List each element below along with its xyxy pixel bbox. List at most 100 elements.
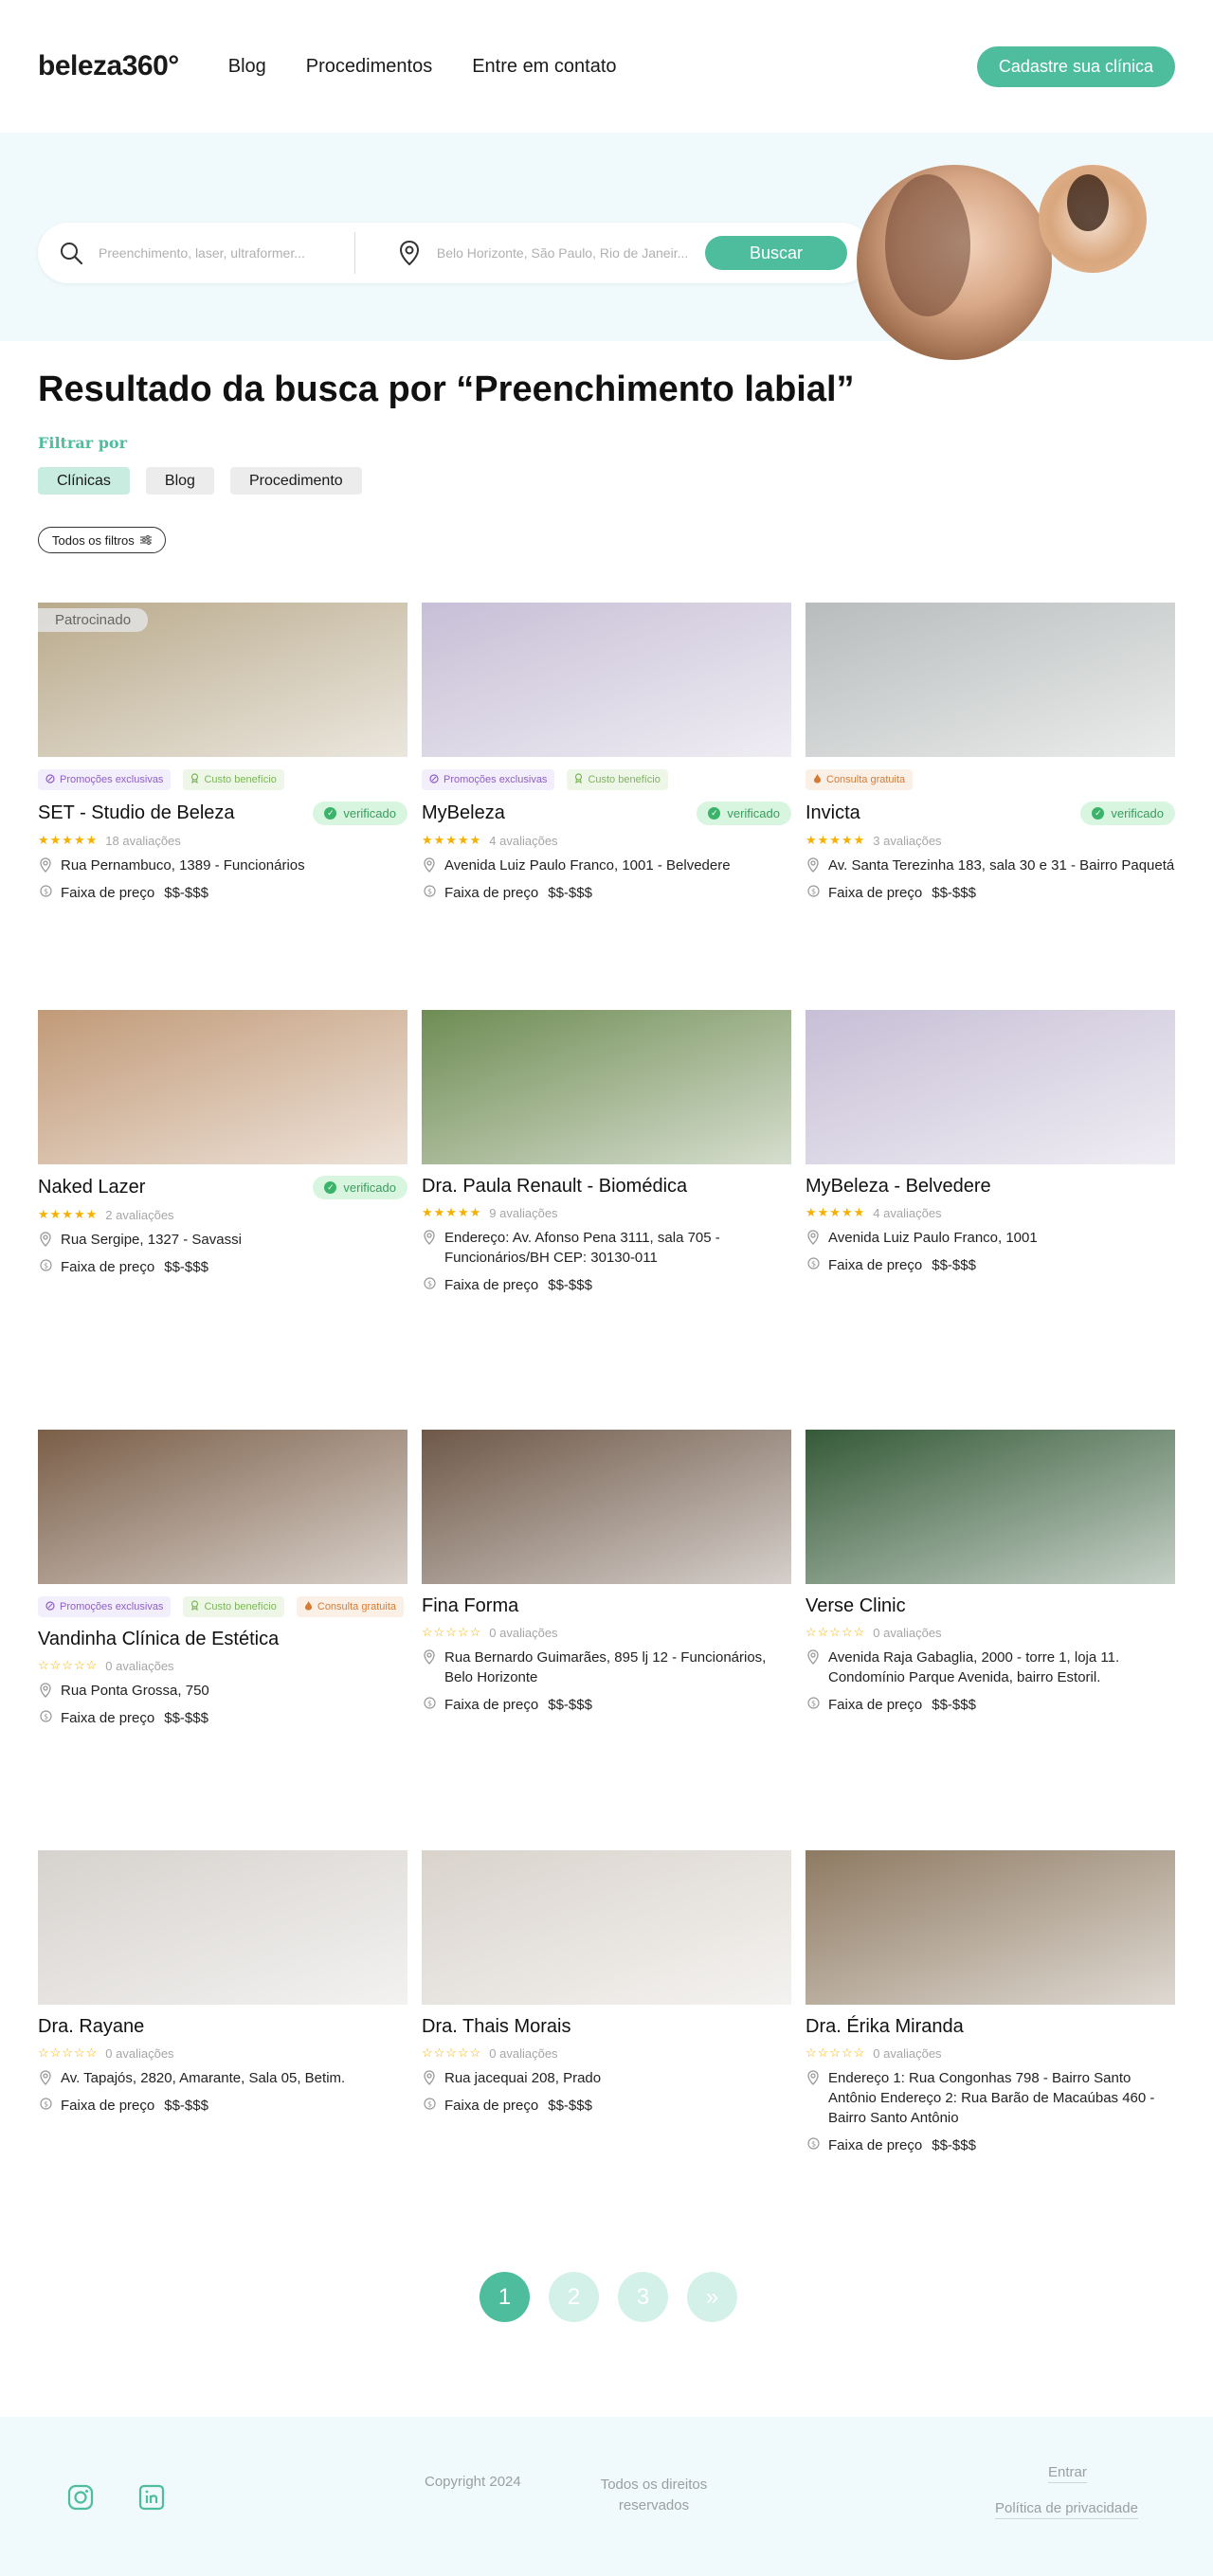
location-input[interactable]: Belo Horizonte, São Paulo, Rio de Janeir… <box>437 245 688 261</box>
verified-badge: ✓ verificado <box>1080 802 1175 825</box>
copyright-text: Copyright 2024 <box>425 2474 521 2490</box>
clinic-name[interactable]: Dra. Rayane <box>38 2016 144 2038</box>
search-icon <box>57 239 85 267</box>
clinic-card[interactable]: Promoções exclusivas Custo benefício Consu… <box>38 1430 407 1728</box>
price-range: $$-$$$ <box>164 885 208 901</box>
pagination: 1 2 3 » <box>480 2272 737 2322</box>
clinic-name[interactable]: Invicta <box>806 802 860 824</box>
logo[interactable]: beleza360° <box>38 50 179 82</box>
clinic-card[interactable]: Patrocinado Promoções exclusivas Custo ben… <box>38 603 407 903</box>
clinic-address: Avenida Raja Gabaglia, 2000 - torre 1, l… <box>828 1649 1120 1685</box>
address-row: Rua Bernardo Guimarães, 895 lj 12 - Func… <box>422 1648 791 1687</box>
address-row: Endereço: Av. Afonso Pena 3111, sala 705… <box>422 1228 791 1268</box>
clinic-photo[interactable] <box>806 1850 1175 2005</box>
clinic-name[interactable]: MyBeleza <box>422 802 505 824</box>
svg-text:$: $ <box>43 2100 47 2109</box>
card-title-row: Vandinha Clínica de Estética <box>38 1629 407 1650</box>
rating: ★★★★★ 4 avaliações <box>422 833 791 848</box>
clinic-card[interactable]: Promoções exclusivas Custo benefício MyBel… <box>422 603 791 903</box>
clinic-photo[interactable] <box>38 1010 407 1164</box>
all-filters-label: Todos os filtros <box>52 532 135 548</box>
login-link[interactable]: Entrar <box>1048 2464 1087 2483</box>
results-title: Resultado da busca por “Preenchimento la… <box>38 369 855 409</box>
clinic-card[interactable]: MyBeleza - Belvedere ★★★★★ 4 avaliações Ave… <box>806 1010 1175 1275</box>
price-icon: $ <box>38 2098 53 2110</box>
clinic-card[interactable]: Dra. Paula Renault - Biomédica ★★★★★ 9 ava… <box>422 1010 791 1295</box>
clinic-address: Avenida Luiz Paulo Franco, 1001 - Belved… <box>444 857 731 874</box>
address-row: Rua jacequai 208, Prado <box>422 2068 791 2088</box>
page-1-button[interactable]: 1 <box>480 2272 530 2322</box>
instagram-icon[interactable] <box>66 2483 95 2512</box>
clinic-card[interactable]: Dra. Rayane ☆☆☆☆☆ 0 avaliações Av. Tapajós,… <box>38 1850 407 2116</box>
clinic-name[interactable]: MyBeleza - Belvedere <box>806 1176 991 1198</box>
price-icon: $ <box>806 1697 821 1709</box>
clinic-card[interactable]: Fina Forma ☆☆☆☆☆ 0 avaliações Rua Bernardo … <box>422 1430 791 1715</box>
clinic-address: Endereço: Av. Afonso Pena 3111, sala 705… <box>444 1230 720 1266</box>
clinic-photo[interactable] <box>422 1010 791 1164</box>
address-row: Avenida Raja Gabaglia, 2000 - torre 1, l… <box>806 1648 1175 1687</box>
clinic-name[interactable]: Dra. Thais Morais <box>422 2016 570 2038</box>
clinic-photo[interactable] <box>422 603 791 757</box>
register-clinic-button[interactable]: Cadastre sua clínica <box>976 45 1175 87</box>
clinic-card[interactable]: Dra. Thais Morais ☆☆☆☆☆ 0 avaliações Rua ja… <box>422 1850 791 2116</box>
clinic-photo[interactable]: Patrocinado <box>38 603 407 757</box>
clinic-photo[interactable] <box>38 1850 407 2005</box>
hero-search: Preenchimento, laser, ultraformer... Bel… <box>0 133 1213 360</box>
clinic-card[interactable]: Consulta gratuita Invicta ✓ verificado ★★★★★… <box>806 603 1175 903</box>
clinic-name[interactable]: Naked Lazer <box>38 1177 145 1198</box>
privacy-link[interactable]: Política de privacidade <box>995 2500 1138 2519</box>
hero-woman-photo-small <box>1039 165 1147 273</box>
clinic-photo[interactable] <box>806 1430 1175 1584</box>
clinic-name[interactable]: SET - Studio de Beleza <box>38 802 235 824</box>
filter-procedimento[interactable]: Procedimento <box>229 467 362 495</box>
svg-text:$: $ <box>810 888 815 896</box>
filter-blog[interactable]: Blog <box>145 467 214 495</box>
check-icon: ✓ <box>324 1181 337 1194</box>
clinic-photo[interactable] <box>422 1850 791 2005</box>
nav-procedimentos[interactable]: Procedimentos <box>306 56 432 78</box>
clinic-address: Rua Ponta Grossa, 750 <box>61 1683 209 1699</box>
search-button[interactable]: Buscar <box>705 236 847 270</box>
check-icon: ✓ <box>324 807 337 820</box>
star-icons: ☆☆☆☆☆ <box>38 2045 99 2060</box>
clinic-photo[interactable] <box>422 1430 791 1584</box>
address-row: Av. Santa Terezinha 183, sala 30 e 31 - … <box>806 856 1175 875</box>
page-3-button[interactable]: 3 <box>618 2272 668 2322</box>
review-count: 4 avaliações <box>873 1205 942 1220</box>
clinic-photo[interactable] <box>38 1430 407 1584</box>
price-range: $$-$$$ <box>548 2098 592 2114</box>
all-filters-button[interactable]: Todos os filtros <box>38 527 166 553</box>
nav-blog[interactable]: Blog <box>228 56 266 78</box>
card-tags: Consulta gratuita <box>806 769 1175 790</box>
price-range: $$-$$$ <box>164 2098 208 2114</box>
clinic-name[interactable]: Verse Clinic <box>806 1595 906 1617</box>
clinic-card[interactable]: Naked Lazer ✓ verificado ★★★★★ 2 avaliações R… <box>38 1010 407 1277</box>
rating: ☆☆☆☆☆ 0 avaliações <box>422 1625 791 1640</box>
verified-badge: ✓ verificado <box>313 1176 407 1199</box>
filter-clinicas[interactable]: Clínicas <box>38 467 130 495</box>
svg-text:$: $ <box>810 1260 815 1269</box>
clinic-photo[interactable] <box>806 1010 1175 1164</box>
clinic-card[interactable]: Verse Clinic ☆☆☆☆☆ 0 avaliações Avenida Raj… <box>806 1430 1175 1715</box>
filter-label: Filtrar por <box>38 434 127 452</box>
address-row: Avenida Luiz Paulo Franco, 1001 <box>806 1228 1175 1248</box>
nav-contato[interactable]: Entre em contato <box>472 56 616 78</box>
map-pin-icon <box>422 1649 437 1665</box>
star-icons: ★★★★★ <box>422 833 482 847</box>
promo-icon <box>45 773 55 786</box>
clinic-photo[interactable] <box>806 603 1175 757</box>
star-icons: ☆☆☆☆☆ <box>806 2045 866 2060</box>
clinic-name[interactable]: Dra. Paula Renault - Biomédica <box>422 1176 687 1198</box>
custo-icon <box>574 773 583 786</box>
clinic-card[interactable]: Dra. Érika Miranda ☆☆☆☆☆ 0 avaliações Ender… <box>806 1850 1175 2155</box>
page-2-button[interactable]: 2 <box>549 2272 599 2322</box>
review-count: 4 avaliações <box>489 833 558 848</box>
procedure-input[interactable]: Preenchimento, laser, ultraformer... <box>99 245 305 261</box>
verified-badge: ✓ verificado <box>313 802 407 825</box>
next-page-button[interactable]: » <box>687 2272 737 2322</box>
clinic-name[interactable]: Dra. Érika Miranda <box>806 2016 964 2038</box>
clinic-name[interactable]: Vandinha Clínica de Estética <box>38 1629 279 1650</box>
linkedin-icon[interactable] <box>137 2483 166 2512</box>
svg-text:$: $ <box>426 888 431 896</box>
clinic-name[interactable]: Fina Forma <box>422 1595 518 1617</box>
